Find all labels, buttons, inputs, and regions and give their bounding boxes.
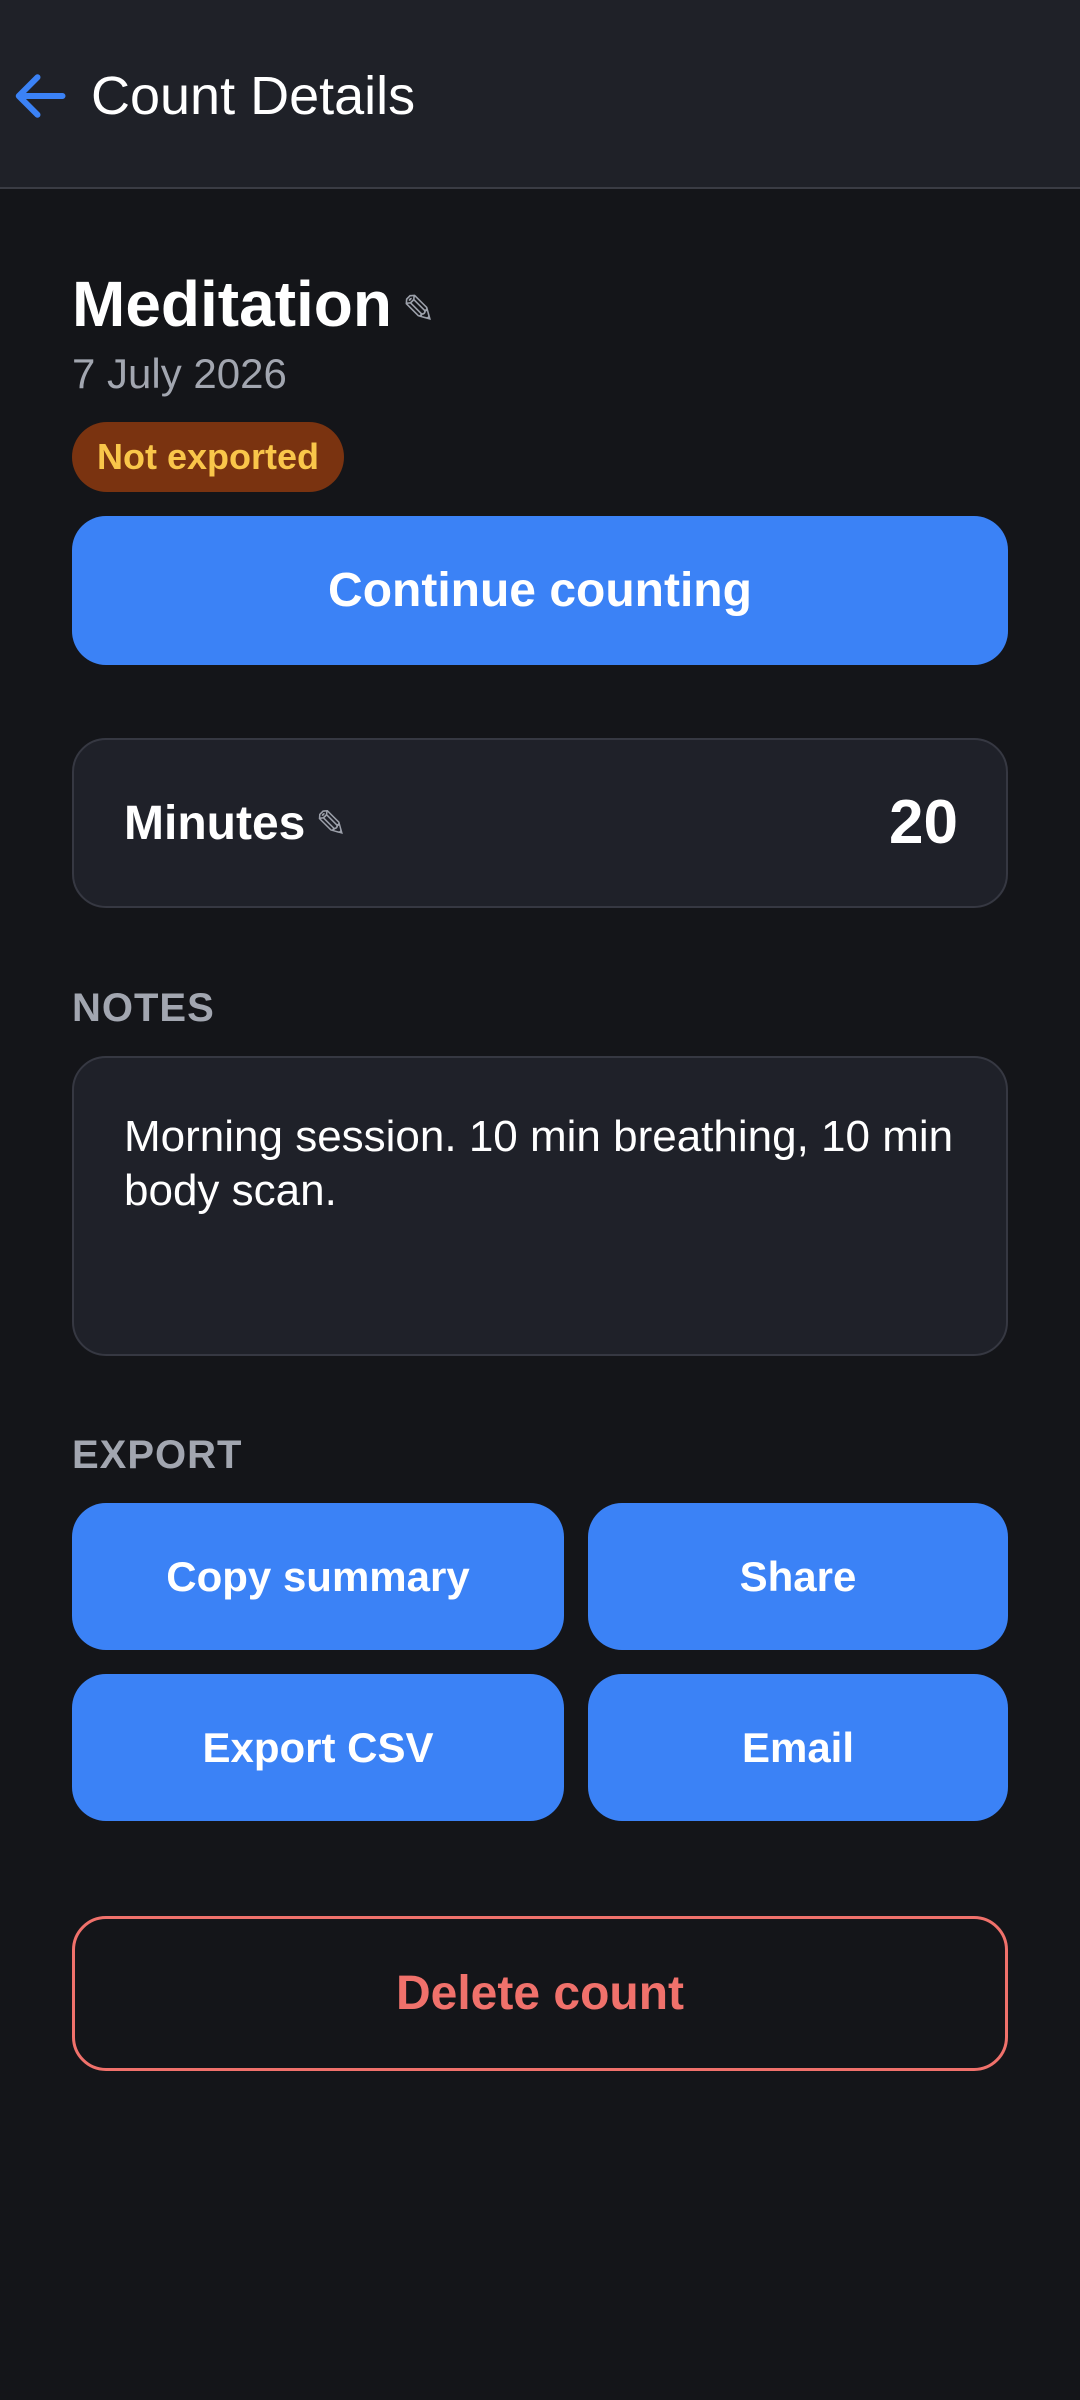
continue-counting-button[interactable]: Continue counting (72, 516, 1008, 665)
delete-count-button[interactable]: Delete count (72, 1916, 1008, 2071)
email-button[interactable]: Email (588, 1674, 1008, 1821)
export-section-label: EXPORT (72, 1433, 243, 1477)
pencil-icon[interactable]: ✎ (402, 287, 436, 333)
top-app-bar: Count Details (0, 0, 1080, 189)
notes-section-label: NOTES (72, 986, 215, 1030)
count-title[interactable]: Meditation (72, 265, 392, 343)
export-csv-button[interactable]: Export CSV (72, 1674, 564, 1821)
minutes-label: Minutes (124, 797, 306, 850)
count-title-row[interactable]: Meditation ✎ (72, 265, 435, 343)
copy-summary-button[interactable]: Copy summary (72, 1503, 564, 1650)
pencil-icon[interactable]: ✎ (315, 802, 347, 846)
status-badge: Not exported (72, 422, 345, 492)
minutes-value: 20 (889, 788, 958, 857)
share-button[interactable]: Share (588, 1503, 1008, 1650)
count-details-screen: Count Details Meditation ✎ 7 July 2026 N… (0, 0, 1080, 2400)
page-title: Count Details (91, 66, 416, 126)
arrow-left-icon (15, 74, 66, 118)
count-date: 7 July 2026 (72, 350, 287, 397)
notes-field[interactable]: Morning session. 10 min breathing, 10 mi… (72, 1056, 1008, 1356)
minutes-card[interactable]: Minutes ✎ 20 (72, 738, 1008, 908)
minutes-label-row[interactable]: Minutes ✎ (124, 796, 347, 852)
back-button[interactable] (8, 64, 72, 128)
